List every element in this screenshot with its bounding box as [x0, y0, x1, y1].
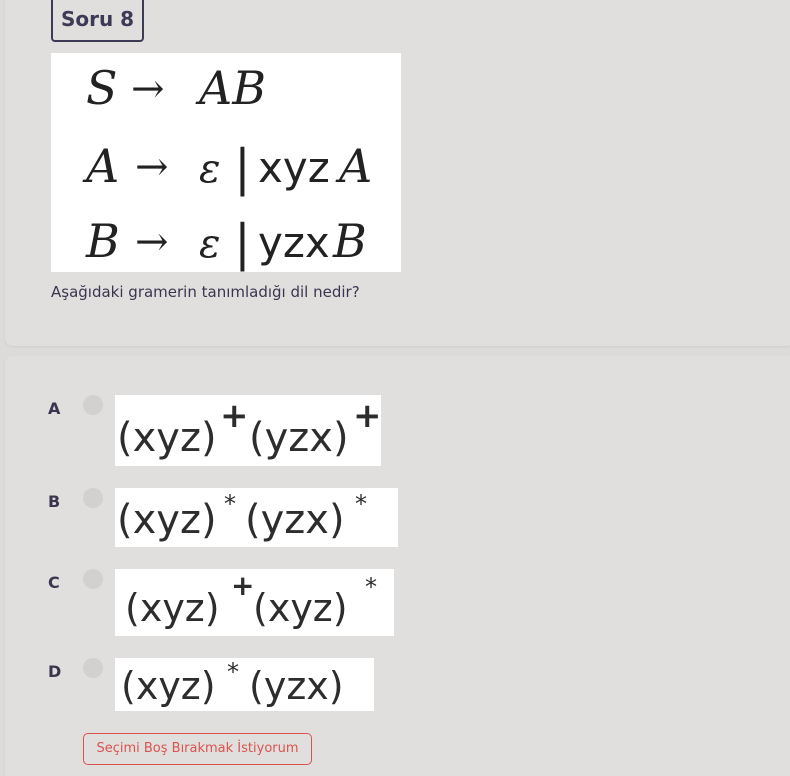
grammar-row2-str: xyz [258, 143, 330, 192]
grammar-row3-bar: | [234, 214, 251, 272]
grammar-row3-eps: ε [199, 221, 220, 267]
option-b-term1: (xyz) [117, 497, 217, 543]
option-c-radio[interactable] [83, 569, 103, 589]
grammar-row2-var: A [335, 139, 372, 193]
grammar-row2-bar: | [234, 139, 251, 197]
option-b-image[interactable]: (xyz) * (yzx) * [115, 488, 398, 547]
grammar-row1-rhs: AB [195, 61, 266, 115]
option-c-exp1: + [231, 569, 254, 602]
option-c-exp2: * [365, 573, 377, 601]
option-a-exp1: + [220, 396, 249, 436]
grammar-image: S → AB A → ε | xyz A B → ε | yzx B [51, 53, 401, 272]
option-b-radio[interactable] [83, 488, 103, 508]
question-number-badge: Soru 8 [51, 0, 144, 42]
option-b-exp1: * [224, 490, 236, 518]
option-d-term1: (xyz) [121, 664, 216, 708]
option-d-radio[interactable] [83, 658, 103, 678]
option-c-letter: C [48, 573, 60, 592]
leave-blank-button[interactable]: Seçimi Boş Bırakmak İstiyorum [83, 733, 312, 765]
option-b-exp2: * [355, 490, 367, 518]
grammar-row3-lhs: B [85, 214, 120, 268]
option-a-radio[interactable] [83, 395, 103, 415]
option-a-term2: (yzx) [249, 415, 349, 461]
option-c-term2: (xyz) [253, 586, 348, 630]
grammar-row3-var: B [332, 214, 367, 268]
grammar-row2-lhs: A [82, 139, 119, 193]
option-a-exp2: + [353, 396, 381, 436]
grammar-row2-eps: ε [199, 146, 220, 192]
option-c-image[interactable]: (xyz) + (xyz) * [115, 569, 394, 636]
grammar-row2-arrow: → [135, 144, 169, 190]
option-b-term2: (yzx) [245, 497, 345, 543]
option-a-image[interactable]: (xyz) + (yzx) + [115, 395, 381, 466]
option-d-image[interactable]: (xyz) * (yzx) [115, 658, 374, 711]
option-d-term2: (yzx) [249, 664, 344, 708]
option-a-letter: A [48, 399, 61, 418]
option-b-letter: B [48, 492, 61, 511]
grammar-row1-arrow: → [131, 66, 165, 112]
question-text: Aşağıdaki gramerin tanımladığı dil nedir… [51, 283, 360, 301]
option-d-letter: D [48, 662, 62, 681]
grammar-row1-lhs: S [86, 61, 118, 115]
option-d-exp1: * [227, 658, 239, 686]
option-a-term1: (xyz) [117, 415, 217, 461]
grammar-row3-str: yzx [258, 218, 330, 267]
option-c-term1: (xyz) [125, 586, 220, 630]
grammar-row3-arrow: → [135, 219, 169, 265]
